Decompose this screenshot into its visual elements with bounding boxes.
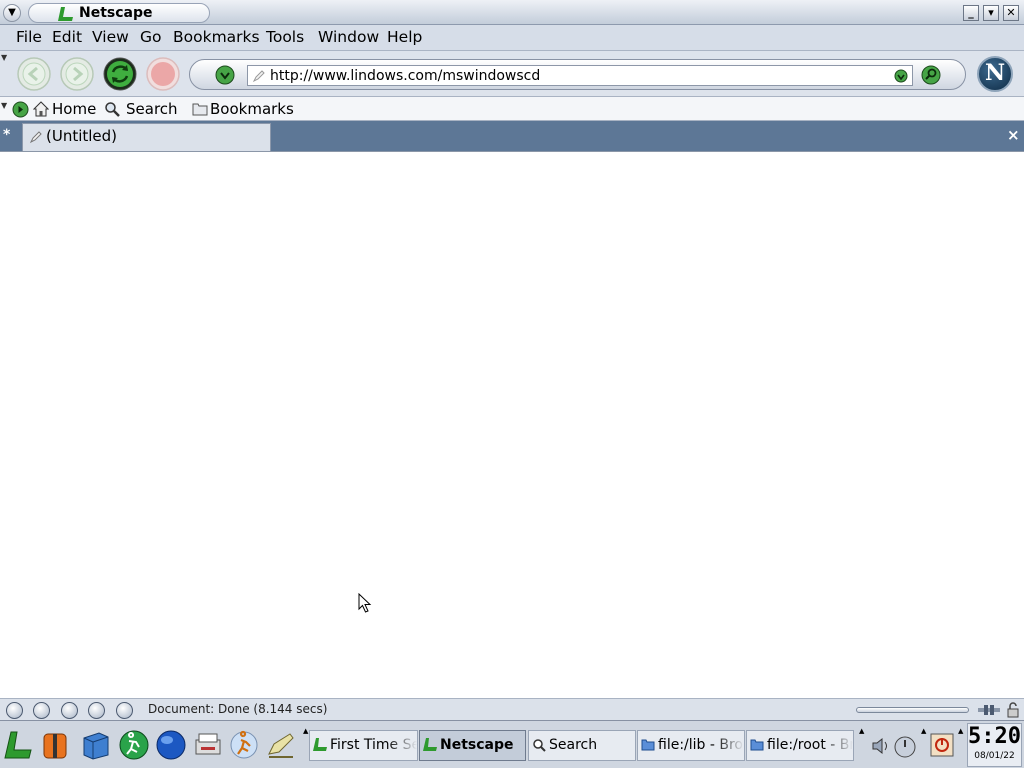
new-tab-button[interactable]: * xyxy=(3,127,10,143)
netscape-logo[interactable]: N xyxy=(977,56,1013,92)
search-go-icon[interactable] xyxy=(921,65,941,85)
home-button[interactable]: Home xyxy=(52,100,96,118)
maximize-button[interactable]: ▾ xyxy=(983,5,999,21)
reload-button[interactable] xyxy=(103,57,137,91)
tab-strip: * (Untitled) × xyxy=(0,121,1024,151)
clock-date: 08/01/22 xyxy=(974,751,1015,761)
lindows-logo-icon xyxy=(423,738,437,751)
file-manager-icon[interactable] xyxy=(81,730,111,760)
menu-tools[interactable]: Tools xyxy=(266,28,304,46)
home-icon xyxy=(33,101,49,117)
status-text: Document: Done (8.144 secs) xyxy=(148,702,328,716)
bookmarks-folder-icon xyxy=(192,103,208,116)
bookmarks-button[interactable]: Bookmarks xyxy=(210,100,294,118)
search-button[interactable]: Search xyxy=(126,100,178,118)
life-vest-icon[interactable] xyxy=(40,730,70,760)
writer-icon[interactable] xyxy=(266,730,296,760)
task-netscape[interactable]: Netscape xyxy=(419,730,526,761)
page-proxy-icon[interactable] xyxy=(252,69,266,83)
tasks-scroll-icon[interactable]: ▲ xyxy=(859,727,864,735)
minimize-button[interactable]: _ xyxy=(963,5,979,21)
task-file-root[interactable]: file:/root - Browser xyxy=(746,730,854,761)
task-first-time-setup[interactable]: First Time Setup xyxy=(309,730,418,761)
url-field[interactable] xyxy=(247,65,913,86)
chevron-down-icon: ▼ xyxy=(8,7,16,18)
mail-icon[interactable] xyxy=(33,702,50,719)
composer-icon[interactable] xyxy=(88,702,105,719)
status-bar: Document: Done (8.144 secs) xyxy=(0,698,1024,720)
menu-view[interactable]: View xyxy=(92,28,129,46)
power-icon[interactable] xyxy=(930,733,954,757)
security-lock-icon[interactable] xyxy=(1006,702,1020,718)
task-file-lib[interactable]: file:/lib - Browser xyxy=(637,730,745,761)
click-n-run-icon[interactable] xyxy=(119,730,149,760)
mouse-cursor-icon xyxy=(358,593,372,613)
search-icon xyxy=(105,102,120,117)
tab-label: (Untitled) xyxy=(46,127,118,145)
page-icon xyxy=(29,131,42,144)
progress-bar xyxy=(856,707,969,713)
stop-button[interactable] xyxy=(146,57,180,91)
lindows-logo-icon xyxy=(58,7,73,21)
toolbar-menu-icon[interactable] xyxy=(12,101,29,118)
close-window-button[interactable]: ✕ xyxy=(1003,5,1019,21)
history-dropdown-icon[interactable] xyxy=(215,65,235,85)
printer-icon[interactable] xyxy=(193,730,223,760)
clock[interactable]: 5:20 08/01/22 xyxy=(967,723,1022,767)
menu-go[interactable]: Go xyxy=(140,28,162,46)
menu-window[interactable]: Window xyxy=(318,28,379,46)
close-tab-button[interactable]: × xyxy=(1007,126,1020,144)
tray-scroll-icon[interactable]: ▲ xyxy=(921,727,926,735)
url-input[interactable] xyxy=(270,67,870,85)
toolbar-grip-icon[interactable]: ▼ xyxy=(1,101,7,110)
forward-button[interactable] xyxy=(60,57,94,91)
url-dropdown-icon[interactable] xyxy=(894,69,908,83)
menu-file[interactable]: File xyxy=(16,28,42,46)
title-bar[interactable]: ▼ Netscape _ ▾ ✕ xyxy=(0,0,1024,25)
menu-bar: File Edit View Go Bookmarks Tools Window… xyxy=(0,25,1024,51)
back-button[interactable] xyxy=(17,57,51,91)
location-bar xyxy=(189,59,966,90)
launcher-scroll-icon[interactable]: ▲ xyxy=(303,727,308,735)
task-search[interactable]: Search xyxy=(528,730,636,761)
network-monitor-icon[interactable] xyxy=(894,736,916,758)
task-label: Search xyxy=(549,737,598,753)
label-fade xyxy=(714,731,744,760)
label-fade xyxy=(823,731,853,760)
clock-time: 5:20 xyxy=(968,724,1021,749)
volume-icon[interactable] xyxy=(871,736,891,756)
tab-untitled[interactable]: (Untitled) xyxy=(22,123,271,151)
search-icon xyxy=(533,739,546,752)
folder-icon xyxy=(641,739,655,751)
menu-bookmarks[interactable]: Bookmarks xyxy=(173,28,260,46)
runner-icon[interactable] xyxy=(229,730,259,760)
personal-toolbar: ▼ Home Search Bookmarks xyxy=(0,97,1024,121)
label-fade xyxy=(387,731,417,760)
clock-scroll-icon[interactable]: ▲ xyxy=(958,727,963,735)
window-menu-button[interactable]: ▼ xyxy=(3,4,21,22)
browser-globe-icon[interactable] xyxy=(156,730,186,760)
menu-edit[interactable]: Edit xyxy=(52,28,82,46)
navigator-icon[interactable] xyxy=(6,702,23,719)
lindows-start-icon[interactable] xyxy=(3,730,33,760)
address-book-icon[interactable] xyxy=(116,702,133,719)
menu-help[interactable]: Help xyxy=(387,28,422,46)
lindows-logo-icon xyxy=(313,738,327,751)
navigation-toolbar: ▼ http://www.lindows.com/mswindowscd N xyxy=(0,51,1024,97)
toolbar-grip-icon[interactable]: ▼ xyxy=(1,53,7,62)
page-content[interactable] xyxy=(0,151,1024,698)
window-title-pill: Netscape xyxy=(28,3,210,23)
online-status-icon[interactable] xyxy=(976,702,1002,718)
window-title: Netscape xyxy=(79,5,153,21)
taskbar: ▲ First Time Setup Netscape Search file:… xyxy=(0,720,1024,768)
folder-icon xyxy=(750,739,764,751)
task-label: Netscape xyxy=(440,737,514,753)
instant-messenger-icon[interactable] xyxy=(61,702,78,719)
